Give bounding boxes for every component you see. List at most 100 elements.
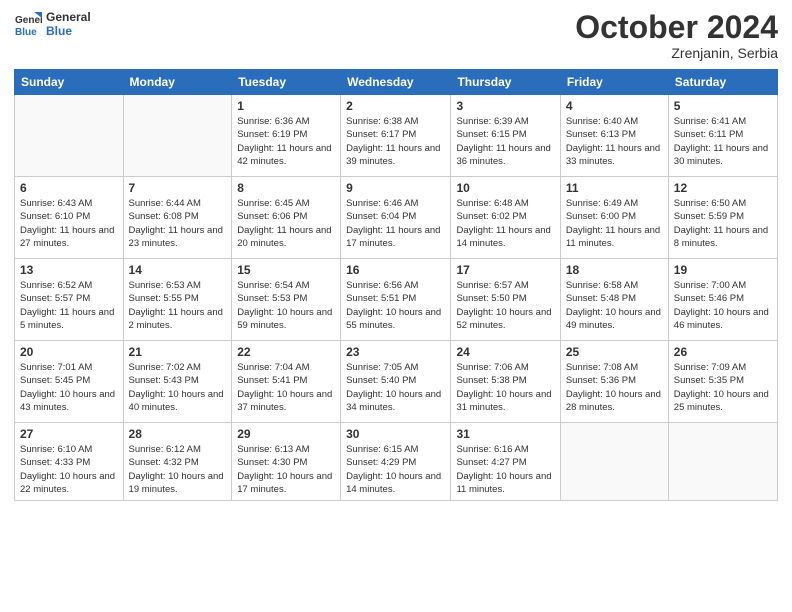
day-info: Sunrise: 6:10 AMSunset: 4:33 PMDaylight:… xyxy=(20,443,118,496)
logo-icon: General Blue xyxy=(14,10,42,38)
day-info: Sunrise: 6:12 AMSunset: 4:32 PMDaylight:… xyxy=(129,443,227,496)
day-info: Sunrise: 6:49 AMSunset: 6:00 PMDaylight:… xyxy=(566,197,663,250)
day-info: Sunrise: 7:09 AMSunset: 5:35 PMDaylight:… xyxy=(674,361,772,414)
day-info: Sunrise: 6:48 AMSunset: 6:02 PMDaylight:… xyxy=(456,197,554,250)
day-number: 1 xyxy=(237,99,335,113)
calendar-cell: 19Sunrise: 7:00 AMSunset: 5:46 PMDayligh… xyxy=(668,259,777,341)
calendar-cell: 2 Sunrise: 6:38 AMSunset: 6:17 PMDaylight… xyxy=(341,95,451,177)
day-info: Sunrise: 6:39 AMSunset: 6:15 PMDaylight:… xyxy=(456,115,554,168)
day-number: 24 xyxy=(456,345,554,359)
calendar-cell: 25Sunrise: 7:08 AMSunset: 5:36 PMDayligh… xyxy=(560,341,668,423)
day-info: Sunrise: 7:06 AMSunset: 5:38 PMDaylight:… xyxy=(456,361,554,414)
logo-blue: Blue xyxy=(46,24,72,38)
calendar-cell xyxy=(560,423,668,501)
location: Zrenjanin, Serbia xyxy=(575,45,778,61)
day-info: Sunrise: 6:53 AMSunset: 5:55 PMDaylight:… xyxy=(129,279,227,332)
day-info: Sunrise: 6:54 AMSunset: 5:53 PMDaylight:… xyxy=(237,279,335,332)
day-number: 2 xyxy=(346,99,445,113)
day-number: 9 xyxy=(346,181,445,195)
day-info: Sunrise: 6:13 AMSunset: 4:30 PMDaylight:… xyxy=(237,443,335,496)
header-wednesday: Wednesday xyxy=(341,70,451,95)
day-number: 28 xyxy=(129,427,227,441)
day-info: Sunrise: 6:58 AMSunset: 5:48 PMDaylight:… xyxy=(566,279,663,332)
calendar-cell: 24 Sunrise: 7:06 AMSunset: 5:38 PMDayligh… xyxy=(451,341,560,423)
day-info: Sunrise: 7:05 AMSunset: 5:40 PMDaylight:… xyxy=(346,361,445,414)
day-number: 29 xyxy=(237,427,335,441)
calendar-cell: 3 Sunrise: 6:39 AMSunset: 6:15 PMDaylight… xyxy=(451,95,560,177)
header-thursday: Thursday xyxy=(451,70,560,95)
calendar-cell: 27 Sunrise: 6:10 AMSunset: 4:33 PMDayligh… xyxy=(15,423,124,501)
day-info: Sunrise: 6:38 AMSunset: 6:17 PMDaylight:… xyxy=(346,115,445,168)
day-info: Sunrise: 6:56 AMSunset: 5:51 PMDaylight:… xyxy=(346,279,445,332)
calendar-cell: 20 Sunrise: 7:01 AMSunset: 5:45 PMDayligh… xyxy=(15,341,124,423)
calendar-cell: 21 Sunrise: 7:02 AMSunset: 5:43 PMDayligh… xyxy=(123,341,232,423)
calendar-cell: 14 Sunrise: 6:53 AMSunset: 5:55 PMDayligh… xyxy=(123,259,232,341)
calendar-cell: 6 Sunrise: 6:43 AMSunset: 6:10 PMDaylight… xyxy=(15,177,124,259)
calendar-cell: 17Sunrise: 6:57 AMSunset: 5:50 PMDayligh… xyxy=(451,259,560,341)
day-number: 15 xyxy=(237,263,335,277)
day-number: 16 xyxy=(346,263,445,277)
calendar-cell xyxy=(15,95,124,177)
header-sunday: Sunday xyxy=(15,70,124,95)
day-info: Sunrise: 6:40 AMSunset: 6:13 PMDaylight:… xyxy=(566,115,663,168)
calendar-cell xyxy=(123,95,232,177)
day-number: 20 xyxy=(20,345,118,359)
day-number: 7 xyxy=(129,181,227,195)
calendar-cell: 11 Sunrise: 6:49 AMSunset: 6:00 PMDayligh… xyxy=(560,177,668,259)
day-number: 19 xyxy=(674,263,772,277)
calendar-cell: 12Sunrise: 6:50 AMSunset: 5:59 PMDayligh… xyxy=(668,177,777,259)
calendar-cell: 28 Sunrise: 6:12 AMSunset: 4:32 PMDayligh… xyxy=(123,423,232,501)
day-info: Sunrise: 6:41 AMSunset: 6:11 PMDaylight:… xyxy=(674,115,772,168)
calendar-cell: 9 Sunrise: 6:46 AMSunset: 6:04 PMDaylight… xyxy=(341,177,451,259)
header-monday: Monday xyxy=(123,70,232,95)
day-number: 30 xyxy=(346,427,445,441)
day-number: 14 xyxy=(129,263,227,277)
calendar-cell: 8Sunrise: 6:45 AMSunset: 6:06 PMDaylight… xyxy=(232,177,341,259)
day-number: 27 xyxy=(20,427,118,441)
logo-general: General xyxy=(46,10,91,24)
calendar-cell: 15 Sunrise: 6:54 AMSunset: 5:53 PMDayligh… xyxy=(232,259,341,341)
calendar-cell: 5 Sunrise: 6:41 AMSunset: 6:11 PMDaylight… xyxy=(668,95,777,177)
svg-text:Blue: Blue xyxy=(15,27,37,38)
calendar-cell: 13 Sunrise: 6:52 AMSunset: 5:57 PMDayligh… xyxy=(15,259,124,341)
day-info: Sunrise: 6:46 AMSunset: 6:04 PMDaylight:… xyxy=(346,197,445,250)
day-info: Sunrise: 7:01 AMSunset: 5:45 PMDaylight:… xyxy=(20,361,118,414)
day-number: 3 xyxy=(456,99,554,113)
day-number: 21 xyxy=(129,345,227,359)
header-tuesday: Tuesday xyxy=(232,70,341,95)
calendar-cell: 16 Sunrise: 6:56 AMSunset: 5:51 PMDayligh… xyxy=(341,259,451,341)
calendar-cell: 31Sunrise: 6:16 AMSunset: 4:27 PMDayligh… xyxy=(451,423,560,501)
page: General Blue General Blue October 2024 Z… xyxy=(0,0,792,612)
day-number: 11 xyxy=(566,181,663,195)
header-friday: Friday xyxy=(560,70,668,95)
day-info: Sunrise: 7:04 AMSunset: 5:41 PMDaylight:… xyxy=(237,361,335,414)
day-info: Sunrise: 6:52 AMSunset: 5:57 PMDaylight:… xyxy=(20,279,118,332)
day-info: Sunrise: 6:36 AMSunset: 6:19 PMDaylight:… xyxy=(237,115,335,168)
calendar-cell: 1 Sunrise: 6:36 AMSunset: 6:19 PMDaylight… xyxy=(232,95,341,177)
day-number: 13 xyxy=(20,263,118,277)
day-number: 22 xyxy=(237,345,335,359)
day-info: Sunrise: 6:43 AMSunset: 6:10 PMDaylight:… xyxy=(20,197,118,250)
day-number: 5 xyxy=(674,99,772,113)
calendar-cell: 23Sunrise: 7:05 AMSunset: 5:40 PMDayligh… xyxy=(341,341,451,423)
calendar-cell: 4 Sunrise: 6:40 AMSunset: 6:13 PMDaylight… xyxy=(560,95,668,177)
day-info: Sunrise: 6:15 AMSunset: 4:29 PMDaylight:… xyxy=(346,443,445,496)
day-number: 6 xyxy=(20,181,118,195)
header-saturday: Saturday xyxy=(668,70,777,95)
day-info: Sunrise: 7:08 AMSunset: 5:36 PMDaylight:… xyxy=(566,361,663,414)
day-info: Sunrise: 6:57 AMSunset: 5:50 PMDaylight:… xyxy=(456,279,554,332)
day-info: Sunrise: 6:44 AMSunset: 6:08 PMDaylight:… xyxy=(129,197,227,250)
calendar-cell xyxy=(668,423,777,501)
weekday-header-row: Sunday Monday Tuesday Wednesday Thursday… xyxy=(15,70,778,95)
header: General Blue General Blue October 2024 Z… xyxy=(14,10,778,61)
calendar: Sunday Monday Tuesday Wednesday Thursday… xyxy=(14,69,778,501)
day-info: Sunrise: 6:45 AMSunset: 6:06 PMDaylight:… xyxy=(237,197,335,250)
day-info: Sunrise: 7:02 AMSunset: 5:43 PMDaylight:… xyxy=(129,361,227,414)
month-title: October 2024 xyxy=(575,10,778,45)
logo: General Blue General Blue xyxy=(14,10,91,39)
calendar-cell: 30 Sunrise: 6:15 AMSunset: 4:29 PMDayligh… xyxy=(341,423,451,501)
calendar-cell: 26Sunrise: 7:09 AMSunset: 5:35 PMDayligh… xyxy=(668,341,777,423)
day-info: Sunrise: 6:50 AMSunset: 5:59 PMDaylight:… xyxy=(674,197,772,250)
calendar-cell: 18Sunrise: 6:58 AMSunset: 5:48 PMDayligh… xyxy=(560,259,668,341)
day-number: 4 xyxy=(566,99,663,113)
